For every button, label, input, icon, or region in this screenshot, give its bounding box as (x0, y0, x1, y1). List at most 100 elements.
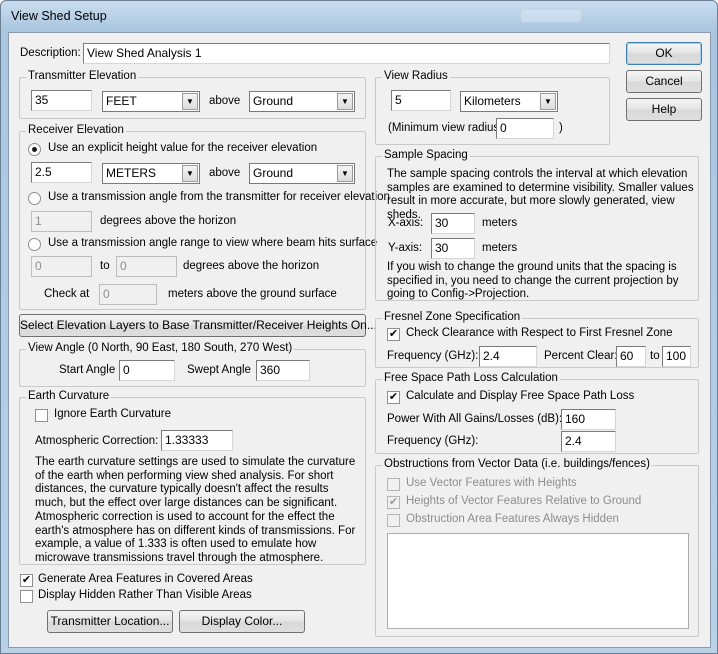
fresnel-clearance-checkbox[interactable]: ✔ (387, 328, 400, 341)
view-radius-units-select[interactable]: Kilometers ▼ (460, 91, 558, 112)
view-radius-units-value: Kilometers (464, 94, 521, 108)
fresnel-frequency-input[interactable]: 2.4 (479, 346, 537, 367)
obstruction-hidden-label: Obstruction Area Features Always Hidden (406, 513, 619, 525)
description-label: Description: (20, 47, 81, 59)
transmitter-elevation-group: Transmitter Elevation 35 FEET ▼ above Gr… (19, 70, 366, 119)
cancel-button[interactable]: Cancel (626, 70, 702, 93)
receiver-height-input[interactable]: 2.5 (31, 162, 92, 183)
receiver-range-from-input[interactable]: 0 (31, 256, 92, 277)
transmitter-height-input[interactable]: 35 (31, 90, 92, 111)
obstruction-hidden-checkbox[interactable] (387, 514, 400, 527)
use-vector-heights-label: Use Vector Features with Heights (406, 477, 577, 489)
free-space-path-loss-group: Free Space Path Loss Calculation ✔ Calcu… (375, 372, 699, 454)
receiver-explicit-height-label: Use an explicit height value for the rec… (48, 142, 318, 154)
power-gains-label: Power With All Gains/Losses (dB): (387, 413, 563, 425)
check-at-input[interactable]: 0 (99, 284, 157, 305)
x-axis-units: meters (482, 217, 518, 229)
display-hidden-checkbox[interactable] (20, 590, 33, 603)
fresnel-frequency-label: Frequency (GHz): (387, 350, 479, 362)
check-at-suffix: meters above the ground surface (168, 288, 337, 300)
view-angle-group: View Angle (0 North, 90 East, 180 South,… (19, 342, 366, 387)
earth-curvature-legend: Earth Curvature (26, 390, 112, 402)
dialog-client-area: Description: View Shed Analysis 1 OK Can… (8, 32, 711, 648)
atmospheric-correction-input[interactable]: 1.33333 (161, 430, 233, 451)
transmitter-location-button[interactable]: Transmitter Location... (47, 610, 173, 633)
x-axis-label: X-axis: (388, 217, 424, 229)
ok-button[interactable]: OK (626, 42, 702, 65)
receiver-range-to-label: to (100, 260, 110, 272)
receiver-range-to-input[interactable]: 0 (116, 256, 177, 277)
swept-angle-input[interactable]: 360 (256, 360, 310, 381)
y-axis-spacing-input[interactable]: 30 (431, 238, 475, 259)
description-input[interactable]: View Shed Analysis 1 (83, 43, 610, 64)
min-view-radius-label: (Minimum view radius: (388, 122, 503, 134)
dialog-window: View Shed Setup Description: View Shed A… (0, 0, 718, 654)
chevron-down-icon: ▼ (182, 165, 198, 182)
fresnel-zone-legend: Fresnel Zone Specification (382, 311, 523, 323)
transmitter-elevation-legend: Transmitter Elevation (26, 70, 139, 82)
receiver-elevation-group: Receiver Elevation Use an explicit heigh… (19, 124, 390, 310)
transmitter-reference-select[interactable]: Ground ▼ (249, 91, 355, 112)
view-radius-input[interactable]: 5 (391, 90, 451, 111)
ground-units-help-text: If you wish to change the ground units t… (387, 261, 679, 300)
receiver-reference-value: Ground (253, 166, 294, 180)
percent-clear-from-input[interactable]: 60 (616, 346, 646, 367)
receiver-explicit-height-radio[interactable] (28, 143, 41, 156)
obstructions-legend: Obstructions from Vector Data (i.e. buil… (382, 458, 652, 470)
power-gains-input[interactable]: 160 (561, 409, 616, 430)
view-radius-legend: View Radius (382, 70, 450, 82)
start-angle-input[interactable]: 0 (119, 360, 175, 381)
sample-spacing-group: Sample Spacing The sample spacing contro… (375, 149, 699, 301)
use-vector-heights-checkbox[interactable] (387, 478, 400, 491)
generate-area-checkbox[interactable]: ✔ (20, 574, 33, 587)
sample-spacing-legend: Sample Spacing (382, 149, 470, 161)
fresnel-clearance-label: Check Clearance with Respect to First Fr… (406, 327, 673, 339)
ignore-curvature-label: Ignore Earth Curvature (54, 408, 171, 420)
view-angle-legend: View Angle (0 North, 90 East, 180 South,… (26, 342, 295, 354)
x-axis-spacing-input[interactable]: 30 (431, 213, 475, 234)
heights-relative-label: Heights of Vector Features Relative to G… (406, 495, 642, 507)
receiver-angle-range-label: Use a transmission angle range to view w… (48, 237, 378, 249)
receiver-angle-input[interactable]: 1 (31, 211, 92, 232)
background-window-ghost (521, 10, 581, 22)
receiver-angle-suffix: degrees above the horizon (100, 215, 237, 227)
receiver-units-select[interactable]: METERS ▼ (102, 163, 200, 184)
transmitter-reference-value: Ground (253, 94, 294, 108)
atmospheric-correction-label: Atmospheric Correction: (35, 435, 159, 447)
swept-angle-label: Swept Angle (187, 364, 251, 376)
obstructions-layer-list[interactable] (387, 533, 689, 629)
percent-clear-label: Percent Clear: (544, 350, 618, 362)
display-hidden-label: Display Hidden Rather Than Visible Areas (38, 589, 252, 601)
y-axis-label: Y-axis: (388, 242, 423, 254)
curvature-help-text: The earth curvature settings are used to… (35, 456, 356, 509)
display-color-button[interactable]: Display Color... (179, 610, 305, 633)
receiver-angle-radio[interactable] (28, 192, 41, 205)
fresnel-zone-group: Fresnel Zone Specification ✔ Check Clear… (375, 311, 699, 368)
chevron-down-icon: ▼ (182, 93, 198, 110)
receiver-range-suffix: degrees above the horizon (183, 260, 320, 272)
heights-relative-checkbox[interactable]: ✔ (387, 496, 400, 509)
transmitter-units-select[interactable]: FEET ▼ (102, 91, 200, 112)
percent-clear-to-input[interactable]: 100 (662, 346, 691, 367)
receiver-elevation-legend: Receiver Elevation (26, 124, 126, 136)
y-axis-units: meters (482, 242, 518, 254)
fspl-calculate-label: Calculate and Display Free Space Path Lo… (406, 390, 635, 402)
receiver-units-value: METERS (106, 166, 157, 180)
min-view-radius-close: ) (559, 122, 563, 134)
chevron-down-icon: ▼ (337, 93, 353, 110)
check-at-label: Check at (44, 288, 90, 300)
title-bar[interactable]: View Shed Setup (1, 1, 717, 31)
chevron-down-icon: ▼ (337, 165, 353, 182)
receiver-above-label: above (209, 167, 241, 179)
min-view-radius-input[interactable]: 0 (496, 118, 554, 139)
ignore-curvature-checkbox[interactable] (35, 409, 48, 422)
help-button[interactable]: Help (626, 98, 702, 121)
receiver-angle-range-radio[interactable] (28, 238, 41, 251)
receiver-reference-select[interactable]: Ground ▼ (249, 163, 355, 184)
select-elevation-layers-button[interactable]: Select Elevation Layers to Base Transmit… (19, 314, 377, 337)
free-space-path-loss-legend: Free Space Path Loss Calculation (382, 372, 560, 384)
fspl-calculate-checkbox[interactable]: ✔ (387, 391, 400, 404)
fspl-frequency-input[interactable]: 2.4 (561, 431, 616, 452)
fspl-frequency-label: Frequency (GHz): (387, 435, 479, 447)
obstructions-group: Obstructions from Vector Data (i.e. buil… (375, 458, 699, 637)
